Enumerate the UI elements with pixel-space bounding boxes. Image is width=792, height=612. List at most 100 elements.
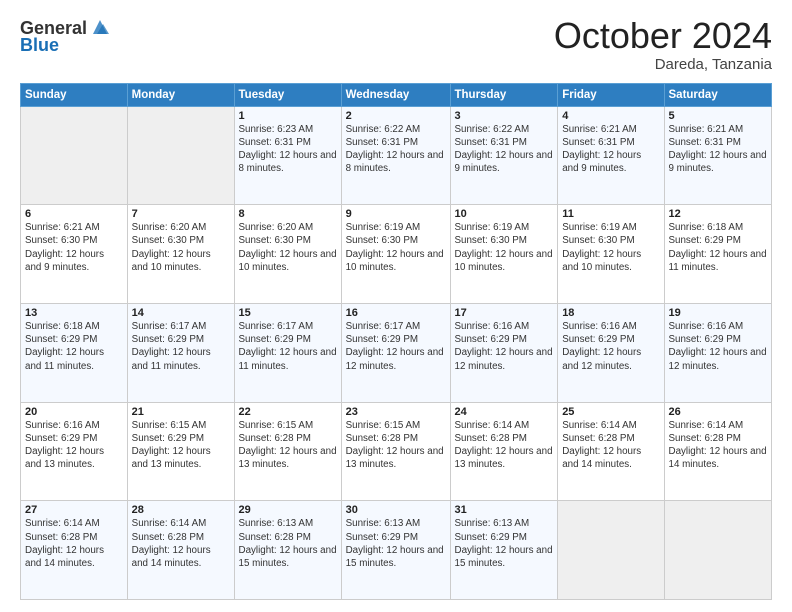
logo: General Blue [20,16,111,54]
month-title: October 2024 [554,16,772,56]
day-info: Sunrise: 6:20 AMSunset: 6:30 PMDaylight:… [132,221,230,274]
calendar-cell: 16Sunrise: 6:17 AMSunset: 6:29 PMDayligh… [341,303,450,402]
day-number: 21 [132,406,230,418]
day-info: Sunrise: 6:15 AMSunset: 6:28 PMDaylight:… [346,419,446,472]
col-wednesday: Wednesday [341,83,450,106]
day-number: 16 [346,307,446,319]
calendar-cell: 18Sunrise: 6:16 AMSunset: 6:29 PMDayligh… [558,303,664,402]
calendar-cell [558,501,664,600]
day-number: 26 [669,406,768,418]
location: Dareda, Tanzania [554,56,772,73]
calendar: Sunday Monday Tuesday Wednesday Thursday… [20,83,772,600]
day-info: Sunrise: 6:14 AMSunset: 6:28 PMDaylight:… [25,517,123,570]
day-number: 11 [562,208,659,220]
day-number: 8 [239,208,337,220]
col-monday: Monday [127,83,234,106]
day-info: Sunrise: 6:15 AMSunset: 6:29 PMDaylight:… [132,419,230,472]
day-number: 28 [132,504,230,516]
day-info: Sunrise: 6:19 AMSunset: 6:30 PMDaylight:… [346,221,446,274]
calendar-week-3: 13Sunrise: 6:18 AMSunset: 6:29 PMDayligh… [21,303,772,402]
day-info: Sunrise: 6:19 AMSunset: 6:30 PMDaylight:… [455,221,554,274]
calendar-cell: 27Sunrise: 6:14 AMSunset: 6:28 PMDayligh… [21,501,128,600]
calendar-cell: 26Sunrise: 6:14 AMSunset: 6:28 PMDayligh… [664,402,772,501]
day-info: Sunrise: 6:17 AMSunset: 6:29 PMDaylight:… [132,320,230,373]
col-tuesday: Tuesday [234,83,341,106]
day-number: 12 [669,208,768,220]
calendar-cell: 20Sunrise: 6:16 AMSunset: 6:29 PMDayligh… [21,402,128,501]
title-block: October 2024 Dareda, Tanzania [554,16,772,73]
day-info: Sunrise: 6:14 AMSunset: 6:28 PMDaylight:… [455,419,554,472]
day-number: 29 [239,504,337,516]
calendar-week-2: 6Sunrise: 6:21 AMSunset: 6:30 PMDaylight… [21,205,772,304]
calendar-cell [664,501,772,600]
calendar-cell: 5Sunrise: 6:21 AMSunset: 6:31 PMDaylight… [664,106,772,205]
day-info: Sunrise: 6:21 AMSunset: 6:31 PMDaylight:… [562,123,659,176]
day-info: Sunrise: 6:23 AMSunset: 6:31 PMDaylight:… [239,123,337,176]
day-info: Sunrise: 6:13 AMSunset: 6:29 PMDaylight:… [455,517,554,570]
day-info: Sunrise: 6:16 AMSunset: 6:29 PMDaylight:… [669,320,768,373]
calendar-cell [127,106,234,205]
day-number: 17 [455,307,554,319]
calendar-cell: 30Sunrise: 6:13 AMSunset: 6:29 PMDayligh… [341,501,450,600]
day-info: Sunrise: 6:14 AMSunset: 6:28 PMDaylight:… [669,419,768,472]
calendar-cell: 6Sunrise: 6:21 AMSunset: 6:30 PMDaylight… [21,205,128,304]
day-number: 5 [669,110,768,122]
col-saturday: Saturday [664,83,772,106]
day-number: 13 [25,307,123,319]
day-info: Sunrise: 6:17 AMSunset: 6:29 PMDaylight:… [239,320,337,373]
calendar-cell: 21Sunrise: 6:15 AMSunset: 6:29 PMDayligh… [127,402,234,501]
day-info: Sunrise: 6:20 AMSunset: 6:30 PMDaylight:… [239,221,337,274]
calendar-cell: 9Sunrise: 6:19 AMSunset: 6:30 PMDaylight… [341,205,450,304]
calendar-cell: 14Sunrise: 6:17 AMSunset: 6:29 PMDayligh… [127,303,234,402]
day-number: 2 [346,110,446,122]
col-friday: Friday [558,83,664,106]
calendar-cell: 8Sunrise: 6:20 AMSunset: 6:30 PMDaylight… [234,205,341,304]
day-info: Sunrise: 6:16 AMSunset: 6:29 PMDaylight:… [455,320,554,373]
day-number: 14 [132,307,230,319]
calendar-cell: 12Sunrise: 6:18 AMSunset: 6:29 PMDayligh… [664,205,772,304]
calendar-week-4: 20Sunrise: 6:16 AMSunset: 6:29 PMDayligh… [21,402,772,501]
day-number: 18 [562,307,659,319]
day-number: 30 [346,504,446,516]
day-number: 25 [562,406,659,418]
calendar-cell [21,106,128,205]
day-number: 19 [669,307,768,319]
calendar-cell: 19Sunrise: 6:16 AMSunset: 6:29 PMDayligh… [664,303,772,402]
calendar-cell: 3Sunrise: 6:22 AMSunset: 6:31 PMDaylight… [450,106,558,205]
col-thursday: Thursday [450,83,558,106]
calendar-cell: 31Sunrise: 6:13 AMSunset: 6:29 PMDayligh… [450,501,558,600]
day-number: 23 [346,406,446,418]
calendar-cell: 7Sunrise: 6:20 AMSunset: 6:30 PMDaylight… [127,205,234,304]
calendar-cell: 15Sunrise: 6:17 AMSunset: 6:29 PMDayligh… [234,303,341,402]
calendar-cell: 22Sunrise: 6:15 AMSunset: 6:28 PMDayligh… [234,402,341,501]
day-number: 15 [239,307,337,319]
day-info: Sunrise: 6:21 AMSunset: 6:31 PMDaylight:… [669,123,768,176]
day-info: Sunrise: 6:18 AMSunset: 6:29 PMDaylight:… [25,320,123,373]
day-info: Sunrise: 6:15 AMSunset: 6:28 PMDaylight:… [239,419,337,472]
logo-icon [89,16,111,38]
calendar-cell: 17Sunrise: 6:16 AMSunset: 6:29 PMDayligh… [450,303,558,402]
calendar-cell: 11Sunrise: 6:19 AMSunset: 6:30 PMDayligh… [558,205,664,304]
calendar-cell: 25Sunrise: 6:14 AMSunset: 6:28 PMDayligh… [558,402,664,501]
day-number: 1 [239,110,337,122]
day-number: 6 [25,208,123,220]
day-info: Sunrise: 6:17 AMSunset: 6:29 PMDaylight:… [346,320,446,373]
calendar-cell: 1Sunrise: 6:23 AMSunset: 6:31 PMDaylight… [234,106,341,205]
day-number: 4 [562,110,659,122]
calendar-cell: 23Sunrise: 6:15 AMSunset: 6:28 PMDayligh… [341,402,450,501]
day-info: Sunrise: 6:18 AMSunset: 6:29 PMDaylight:… [669,221,768,274]
day-number: 24 [455,406,554,418]
day-number: 20 [25,406,123,418]
day-number: 3 [455,110,554,122]
day-number: 27 [25,504,123,516]
logo-blue: Blue [20,36,59,54]
day-number: 7 [132,208,230,220]
day-info: Sunrise: 6:14 AMSunset: 6:28 PMDaylight:… [132,517,230,570]
day-number: 9 [346,208,446,220]
col-sunday: Sunday [21,83,128,106]
day-info: Sunrise: 6:22 AMSunset: 6:31 PMDaylight:… [346,123,446,176]
calendar-cell: 24Sunrise: 6:14 AMSunset: 6:28 PMDayligh… [450,402,558,501]
day-info: Sunrise: 6:13 AMSunset: 6:29 PMDaylight:… [346,517,446,570]
calendar-cell: 10Sunrise: 6:19 AMSunset: 6:30 PMDayligh… [450,205,558,304]
day-number: 31 [455,504,554,516]
